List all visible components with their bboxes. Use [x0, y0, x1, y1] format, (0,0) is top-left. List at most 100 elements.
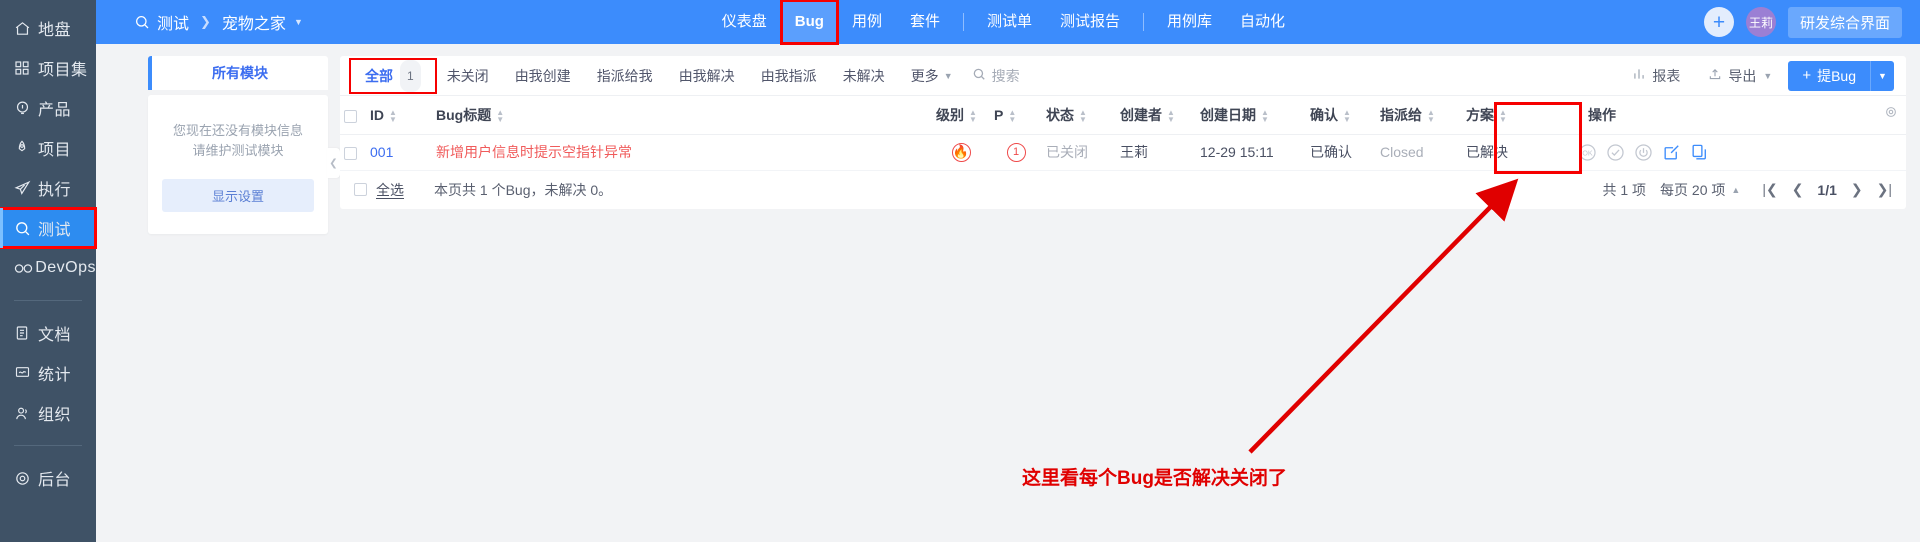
avatar[interactable]: 王莉: [1745, 7, 1776, 37]
checkbox-icon[interactable]: [344, 146, 357, 160]
tab-suite[interactable]: 套件: [896, 0, 954, 44]
module-panel: 所有模块 您现在还没有模块信息 请维护测试模块 显示设置: [148, 56, 328, 234]
th-solution[interactable]: 方案 ▲ ▼: [1462, 96, 1540, 135]
module-tab-all[interactable]: 所有模块: [148, 56, 328, 90]
th-assignee[interactable]: 指派给 ▲ ▼: [1376, 96, 1462, 135]
page-size-select[interactable]: 每页 20 项 ▲: [1660, 180, 1740, 200]
sidebar-item-houtai[interactable]: 后台: [0, 458, 96, 498]
first-page-button[interactable]: |❮: [1762, 181, 1777, 198]
filter-tab-unresolved[interactable]: 未解决: [830, 61, 898, 91]
checkbox-icon[interactable]: [344, 109, 357, 123]
th-priority[interactable]: P ▲ ▼: [990, 96, 1042, 135]
sidebar-item-xiangmuji[interactable]: 项目集: [0, 48, 96, 88]
cell-id[interactable]: 001: [366, 134, 432, 171]
th-creator[interactable]: 创建者 ▲ ▼: [1116, 96, 1196, 135]
th-select-all[interactable]: [340, 96, 366, 135]
search-input[interactable]: 搜索: [972, 66, 1020, 86]
sort-icon[interactable]: ▲ ▼: [1008, 108, 1016, 123]
sidebar-item-devops[interactable]: DevOps: [0, 248, 96, 288]
tab-bug[interactable]: Bug: [779, 0, 839, 45]
sort-icon[interactable]: ▲ ▼: [1167, 109, 1175, 124]
th-id[interactable]: ID ▲ ▼: [366, 96, 432, 135]
sidebar-item-ceshi[interactable]: 测试: [0, 207, 97, 249]
filter-tab-label: 全部: [365, 67, 393, 84]
report-button[interactable]: 报表: [1620, 66, 1692, 86]
filter-tab-resolved-by-me[interactable]: 由我解决: [666, 61, 748, 91]
sort-icon[interactable]: ▲ ▼: [1343, 109, 1351, 124]
row-checkbox[interactable]: [340, 134, 366, 171]
sort-icon[interactable]: ▲ ▼: [389, 108, 397, 123]
sidebar-item-label: 组织: [38, 407, 72, 424]
check-circle-icon[interactable]: [1606, 143, 1625, 162]
th-severity[interactable]: 级别 ▲ ▼: [932, 96, 990, 135]
sidebar-divider-1: [14, 300, 82, 301]
select-all-link[interactable]: 全选: [376, 180, 404, 200]
sort-icon[interactable]: ▲ ▼: [1079, 109, 1087, 124]
cell-assignee: Closed: [1376, 134, 1462, 171]
th-confirm[interactable]: 确认 ▲ ▼: [1306, 96, 1376, 135]
power-icon[interactable]: [1634, 143, 1653, 162]
ui-switch-button[interactable]: 研发综合界面: [1787, 6, 1902, 38]
tab-dashboard[interactable]: 仪表盘: [708, 0, 781, 44]
tab-case[interactable]: 用例: [838, 0, 896, 44]
next-page-button[interactable]: ❯: [1851, 181, 1863, 198]
export-button[interactable]: 导出 ▼: [1696, 66, 1784, 86]
th-status[interactable]: 状态 ▲ ▼: [1042, 96, 1116, 135]
sidebar-item-zuzhi[interactable]: 组织: [0, 393, 96, 433]
breadcrumb-current[interactable]: 宠物之家: [222, 10, 286, 34]
filter-tab-assigned-to-me[interactable]: 指派给我: [584, 61, 666, 91]
th-label: 操作: [1588, 106, 1616, 123]
sidebar: 地盘 项目集 产品 项目 执行 测试 DevOps 文档 统计 组织 后台: [0, 0, 97, 542]
th-actions: 操作: [1540, 96, 1906, 135]
table-header-row: ID ▲ ▼ Bug标题 ▲ ▼ 级别 ▲ ▼ P ▲ ▼ 状态 ▲ ▼ 创建者 ▲ ▼ 创建日期 ▲ ▼ …: [340, 96, 1906, 135]
cell-priority: 1: [990, 134, 1042, 171]
sort-icon[interactable]: ▲ ▼: [1499, 109, 1507, 124]
export-label: 导出: [1728, 67, 1757, 84]
filter-tab-created-by-me[interactable]: 由我创建: [502, 61, 584, 91]
copy-icon[interactable]: [1690, 143, 1709, 162]
edit-icon[interactable]: [1662, 143, 1681, 162]
cell-title[interactable]: 新增用户信息时提示空指针异常: [432, 134, 932, 171]
sort-icon[interactable]: ▲ ▼: [969, 109, 977, 124]
filter-tab-all[interactable]: 全部 1: [349, 57, 437, 94]
tab-testtask[interactable]: 测试单: [973, 0, 1046, 44]
sidebar-item-xiangmu[interactable]: 项目: [0, 128, 96, 168]
last-page-button[interactable]: ❯|: [1877, 181, 1892, 198]
sidebar-item-zhixing[interactable]: 执行: [0, 168, 96, 208]
chevron-down-icon[interactable]: ▼: [294, 17, 303, 27]
bug-title-link[interactable]: 新增用户信息时提示空指针异常: [436, 144, 632, 160]
th-title[interactable]: Bug标题 ▲ ▼: [432, 96, 932, 135]
breadcrumb-root[interactable]: 测试: [157, 10, 189, 34]
chevron-left-icon[interactable]: ❮: [327, 148, 340, 178]
submit-bug-label: 提Bug: [1817, 67, 1856, 84]
ok-icon[interactable]: OK: [1578, 143, 1597, 162]
table-row[interactable]: 001 新增用户信息时提示空指针异常 🔥 1 已关闭 王莉 12-29 15:1…: [340, 134, 1906, 171]
sort-icon[interactable]: ▲ ▼: [496, 109, 504, 124]
sidebar-item-dipan[interactable]: 地盘: [0, 8, 96, 48]
checkbox-icon[interactable]: [354, 183, 367, 196]
monitor-icon: [14, 365, 36, 381]
sidebar-item-wendang[interactable]: 文档: [0, 313, 96, 353]
th-created-date[interactable]: 创建日期 ▲ ▼: [1196, 96, 1306, 135]
add-button[interactable]: +: [1703, 7, 1734, 37]
breadcrumb: 测试 ❯ 宠物之家 ▼: [134, 10, 303, 34]
prev-page-button[interactable]: ❮: [1792, 181, 1804, 198]
filter-tab-more[interactable]: 更多 ▼: [898, 61, 966, 91]
gear-icon[interactable]: [1884, 105, 1898, 122]
tab-automation[interactable]: 自动化: [1226, 0, 1299, 44]
filter-tab-unclosed[interactable]: 未关闭: [434, 61, 502, 91]
sort-icon[interactable]: ▲ ▼: [1261, 109, 1269, 124]
bug-id-link[interactable]: 001: [370, 144, 393, 160]
search-icon: [972, 67, 992, 84]
display-settings-button[interactable]: 显示设置: [162, 179, 314, 212]
submit-bug-dropdown[interactable]: ▼: [1870, 60, 1894, 91]
filter-tab-assigned-by-me[interactable]: 由我指派: [748, 61, 830, 91]
tab-testreport[interactable]: 测试报告: [1046, 0, 1134, 44]
submit-bug-button[interactable]: + 提Bug: [1788, 60, 1870, 91]
sort-icon[interactable]: ▲ ▼: [1427, 109, 1435, 124]
tab-caselib[interactable]: 用例库: [1153, 0, 1226, 44]
sidebar-item-chanpin[interactable]: 产品: [0, 88, 96, 128]
export-icon: [1708, 67, 1728, 85]
sidebar-item-tongji[interactable]: 统计: [0, 353, 96, 393]
flame-icon: 🔥: [952, 144, 970, 159]
